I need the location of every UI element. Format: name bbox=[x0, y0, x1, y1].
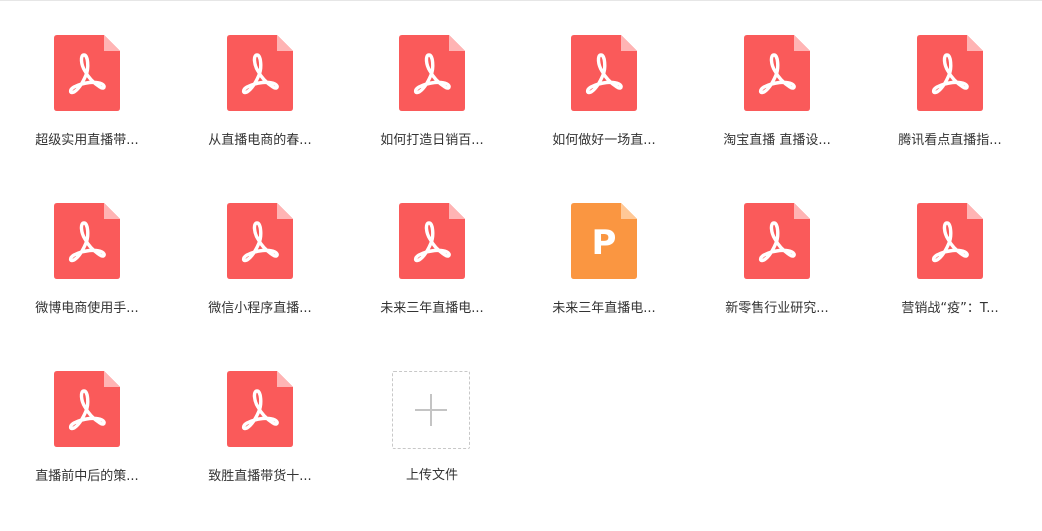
plus-icon bbox=[415, 394, 447, 426]
upload-file-label: 上传文件 bbox=[405, 468, 458, 483]
file-name: 微博电商使用手... bbox=[35, 301, 139, 316]
file-item-9[interactable]: 未来三年直播电... bbox=[357, 169, 507, 319]
file-name: 腾讯看点直播指... bbox=[898, 133, 1002, 148]
file-item-4[interactable]: 如何做好一场直... bbox=[529, 1, 679, 151]
pdf-icon bbox=[399, 203, 465, 279]
file-name: 从直播电商的春... bbox=[208, 133, 312, 148]
file-name: 如何做好一场直... bbox=[552, 133, 656, 148]
file-name: 直播前中后的策... bbox=[35, 469, 139, 484]
file-name: 淘宝直播 直播设... bbox=[723, 133, 831, 148]
pdf-icon bbox=[54, 371, 120, 447]
file-name: 如何打造日销百... bbox=[380, 133, 484, 148]
file-item-7[interactable]: 微博电商使用手... bbox=[12, 169, 162, 319]
file-grid: 超级实用直播带... 从直播电商的春... 如何打造日销百... 如何做好一场直… bbox=[0, 1, 1042, 531]
file-name: 新零售行业研究... bbox=[725, 301, 829, 316]
file-name: 致胜直播带货十... bbox=[208, 469, 312, 484]
svg-text:P: P bbox=[592, 223, 617, 263]
file-item-6[interactable]: 腾讯看点直播指... bbox=[875, 1, 1025, 151]
pdf-icon bbox=[54, 203, 120, 279]
file-name: 未来三年直播电... bbox=[380, 301, 484, 316]
upload-file-button[interactable]: 上传文件 bbox=[357, 337, 507, 487]
pdf-icon bbox=[917, 35, 983, 111]
pdf-icon bbox=[744, 203, 810, 279]
file-item-3[interactable]: 如何打造日销百... bbox=[357, 1, 507, 151]
pdf-icon bbox=[744, 35, 810, 111]
file-name: 超级实用直播带... bbox=[35, 133, 139, 148]
file-item-1[interactable]: 超级实用直播带... bbox=[12, 1, 162, 151]
upload-dropzone[interactable] bbox=[392, 371, 470, 449]
file-item-13[interactable]: 直播前中后的策... bbox=[12, 337, 162, 487]
ppt-icon: P bbox=[571, 203, 637, 279]
pdf-icon bbox=[227, 371, 293, 447]
pdf-icon bbox=[571, 35, 637, 111]
file-item-12[interactable]: 营销战“疫”：T... bbox=[875, 169, 1025, 319]
pdf-icon bbox=[399, 35, 465, 111]
file-item-11[interactable]: 新零售行业研究... bbox=[702, 169, 852, 319]
pdf-icon bbox=[227, 203, 293, 279]
pdf-icon bbox=[917, 203, 983, 279]
file-item-8[interactable]: 微信小程序直播... bbox=[185, 169, 335, 319]
file-item-14[interactable]: 致胜直播带货十... bbox=[185, 337, 335, 487]
file-item-2[interactable]: 从直播电商的春... bbox=[185, 1, 335, 151]
file-item-5[interactable]: 淘宝直播 直播设... bbox=[702, 1, 852, 151]
pdf-icon bbox=[227, 35, 293, 111]
pdf-icon bbox=[54, 35, 120, 111]
file-item-10[interactable]: P 未来三年直播电... bbox=[529, 169, 679, 319]
file-name: 微信小程序直播... bbox=[208, 301, 312, 316]
file-browser: 超级实用直播带... 从直播电商的春... 如何打造日销百... 如何做好一场直… bbox=[0, 0, 1042, 531]
file-name: 营销战“疫”：T... bbox=[901, 301, 999, 316]
file-name: 未来三年直播电... bbox=[552, 301, 656, 316]
